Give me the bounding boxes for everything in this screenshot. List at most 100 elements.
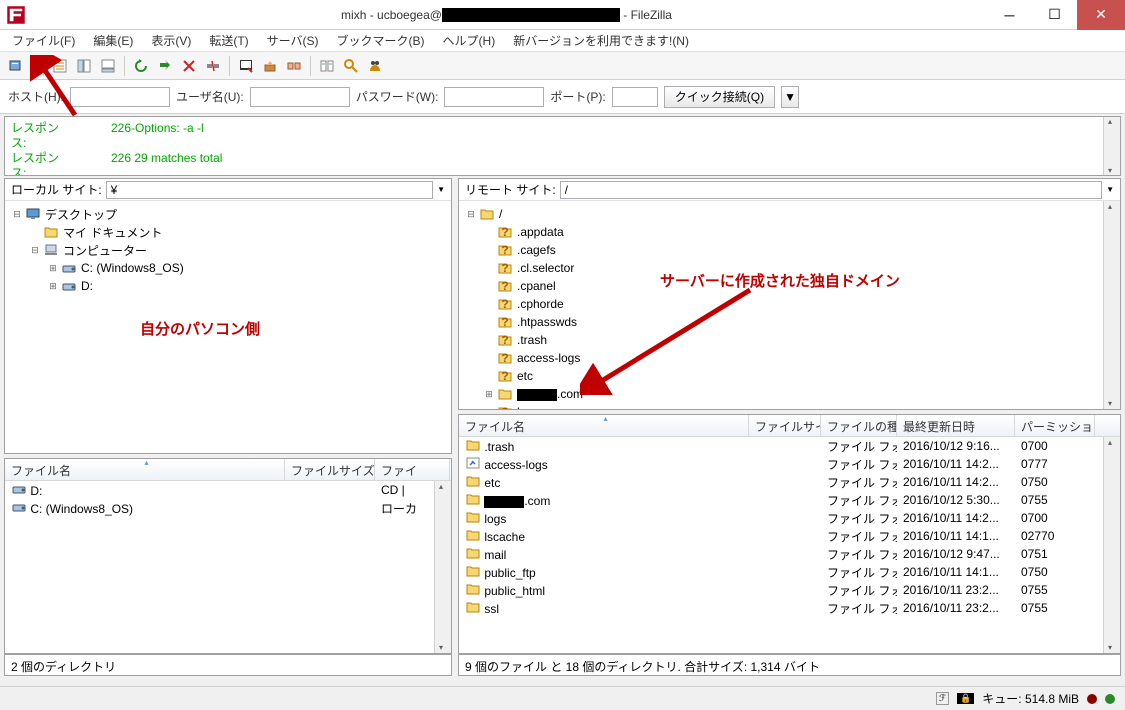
column-header[interactable]: ファイルサイズ [749, 415, 821, 436]
menu-item[interactable]: 新バージョンを利用できます!(N) [505, 30, 697, 51]
toggle-queue-button[interactable] [97, 55, 119, 77]
expand-icon[interactable]: ⊞ [483, 389, 495, 400]
tree-node[interactable]: ?.cagefs [465, 241, 1114, 259]
quick-connect-button[interactable]: クイック接続(Q) [664, 86, 775, 108]
remote-tree[interactable]: ⊟/?.appdata?.cagefs?.cl.selector?.cpanel… [459, 201, 1120, 409]
scrollbar[interactable] [434, 481, 451, 653]
tree-node[interactable]: ?.trash [465, 331, 1114, 349]
refresh-button[interactable] [130, 55, 152, 77]
qfolder-icon: ? [497, 369, 513, 383]
list-item[interactable]: logsファイル フォ...2016/10/11 14:2...0700 [459, 509, 1120, 527]
scrollbar[interactable] [1103, 117, 1120, 175]
tree-node[interactable]: ⊞D: [11, 277, 445, 295]
tree-node[interactable]: ?access-logs [465, 349, 1114, 367]
port-input[interactable] [612, 87, 658, 107]
menu-item[interactable]: 編集(E) [85, 30, 141, 51]
tree-node[interactable]: ⊟コンピューター [11, 241, 445, 259]
menu-item[interactable]: ヘルプ(H) [435, 30, 504, 51]
list-item[interactable]: lscacheファイル フォ...2016/10/11 14:1...02770 [459, 527, 1120, 545]
menu-item[interactable]: 表示(V) [143, 30, 199, 51]
menu-item[interactable]: ファイル(F) [4, 30, 83, 51]
compare-button[interactable] [283, 55, 305, 77]
list-item[interactable]: .comファイル フォ...2016/10/12 5:30...0755 [459, 491, 1120, 509]
svg-text:?: ? [501, 370, 508, 382]
window-title: mixh - ucboegea@xxxxxxxxxxxxx - FileZill… [26, 7, 987, 22]
expand-icon[interactable]: ⊟ [11, 209, 23, 220]
local-file-list[interactable]: D:CD | C: (Windows8_OS)ローカ [5, 481, 451, 653]
tree-node[interactable]: ?.htpasswds [465, 313, 1114, 331]
list-item[interactable]: access-logsファイル フォ...2016/10/11 14:2...0… [459, 455, 1120, 473]
remote-path-input[interactable] [560, 181, 1102, 199]
column-header[interactable]: パーミッション [1015, 415, 1095, 436]
tree-node[interactable]: ⊞.com [465, 385, 1114, 403]
folder-icon [43, 225, 59, 239]
computer-icon [43, 243, 59, 257]
list-item[interactable]: C: (Windows8_OS)ローカ [5, 499, 451, 517]
expand-icon[interactable]: ⊟ [465, 209, 477, 220]
username-input[interactable] [250, 87, 350, 107]
menu-item[interactable]: 転送(T) [201, 30, 256, 51]
status-bar: ℱ 🔒 キュー: 514.8 MiB [0, 686, 1125, 710]
redacted-host: xxxxxxxxxxxxx [442, 8, 620, 22]
tree-label: .appdata [515, 225, 566, 239]
list-item[interactable]: mailファイル フォ...2016/10/12 9:47...0751 [459, 545, 1120, 563]
local-path-input[interactable] [106, 181, 433, 199]
search-button[interactable] [340, 55, 362, 77]
svg-text:?: ? [501, 352, 508, 364]
process-queue-button[interactable] [154, 55, 176, 77]
tree-node[interactable]: ?.cpanel [465, 277, 1114, 295]
column-header[interactable]: ファイ [375, 459, 450, 480]
list-item[interactable]: etcファイル フォ...2016/10/11 14:2...0750 [459, 473, 1120, 491]
password-input[interactable] [444, 87, 544, 107]
menu-item[interactable]: サーバ(S) [259, 30, 327, 51]
folder-icon [497, 387, 513, 401]
list-item[interactable]: D:CD | [5, 481, 451, 499]
host-input[interactable] [70, 87, 170, 107]
tree-node[interactable]: ⊟/ [465, 205, 1114, 223]
expand-icon[interactable]: ⊞ [47, 263, 59, 274]
tree-node[interactable]: ?.appdata [465, 223, 1114, 241]
sync-browse-button[interactable] [316, 55, 338, 77]
list-item[interactable]: .trashファイル フォ...2016/10/12 9:16...0700 [459, 437, 1120, 455]
remote-file-list[interactable]: .trashファイル フォ...2016/10/12 9:16...0700 a… [459, 437, 1120, 653]
tree-node[interactable]: ?.cphorde [465, 295, 1114, 313]
tree-node[interactable]: ⊟デスクトップ [11, 205, 445, 223]
column-header[interactable]: ファイルサイズ [285, 459, 375, 480]
list-item[interactable]: public_ftpファイル フォ...2016/10/11 14:1...07… [459, 563, 1120, 581]
tree-node[interactable]: マイ ドキュメント [11, 223, 445, 241]
minimize-button[interactable]: ─ [987, 0, 1032, 30]
sitemanager-button[interactable] [6, 55, 28, 77]
column-header[interactable]: ファイル名▴ [459, 415, 749, 436]
filter-button[interactable] [259, 55, 281, 77]
expand-icon[interactable]: ⊟ [29, 245, 41, 256]
scrollbar[interactable] [1103, 201, 1120, 409]
disconnect-button[interactable] [202, 55, 224, 77]
maximize-button[interactable]: ☐ [1032, 0, 1077, 30]
tree-label: .htpasswds [515, 315, 579, 329]
toggle-tree-button[interactable] [73, 55, 95, 77]
menu-item[interactable]: ブックマーク(B) [329, 30, 433, 51]
toggle-log-button[interactable] [49, 55, 71, 77]
cancel-button[interactable] [178, 55, 200, 77]
tree-node[interactable]: ⊞C: (Windows8_OS) [11, 259, 445, 277]
host-label: ホスト(H): [8, 88, 64, 105]
scrollbar[interactable] [1103, 437, 1120, 653]
column-header[interactable]: ファイルの種類 [821, 415, 897, 436]
reconnect-button[interactable] [235, 55, 257, 77]
list-item[interactable]: sslファイル フォ...2016/10/11 23:2...0755 [459, 599, 1120, 617]
message-log[interactable]: レスポンス:226-Options: -a -lレスポンス:226 29 mat… [4, 116, 1121, 176]
close-button[interactable]: ✕ [1077, 0, 1125, 30]
expand-icon[interactable]: ⊞ [47, 281, 59, 292]
find-button[interactable] [364, 55, 386, 77]
qfolder-icon: ? [497, 243, 513, 257]
tree-node[interactable]: ?.cl.selector [465, 259, 1114, 277]
column-header[interactable]: ファイル名▴ [5, 459, 285, 480]
column-header[interactable]: 最終更新日時 [897, 415, 1015, 436]
list-item[interactable]: public_htmlファイル フォ...2016/10/11 23:2...0… [459, 581, 1120, 599]
quick-connect-history-button[interactable]: ▼ [781, 86, 799, 108]
tree-node[interactable]: ?logs [465, 403, 1114, 409]
tree-node[interactable]: ?etc [465, 367, 1114, 385]
local-tree[interactable]: ⊟デスクトップマイ ドキュメント⊟コンピューター⊞C: (Windows8_OS… [5, 201, 451, 453]
qfolder-icon: ? [497, 315, 513, 329]
queue-size: キュー: 514.8 MiB [982, 690, 1079, 707]
